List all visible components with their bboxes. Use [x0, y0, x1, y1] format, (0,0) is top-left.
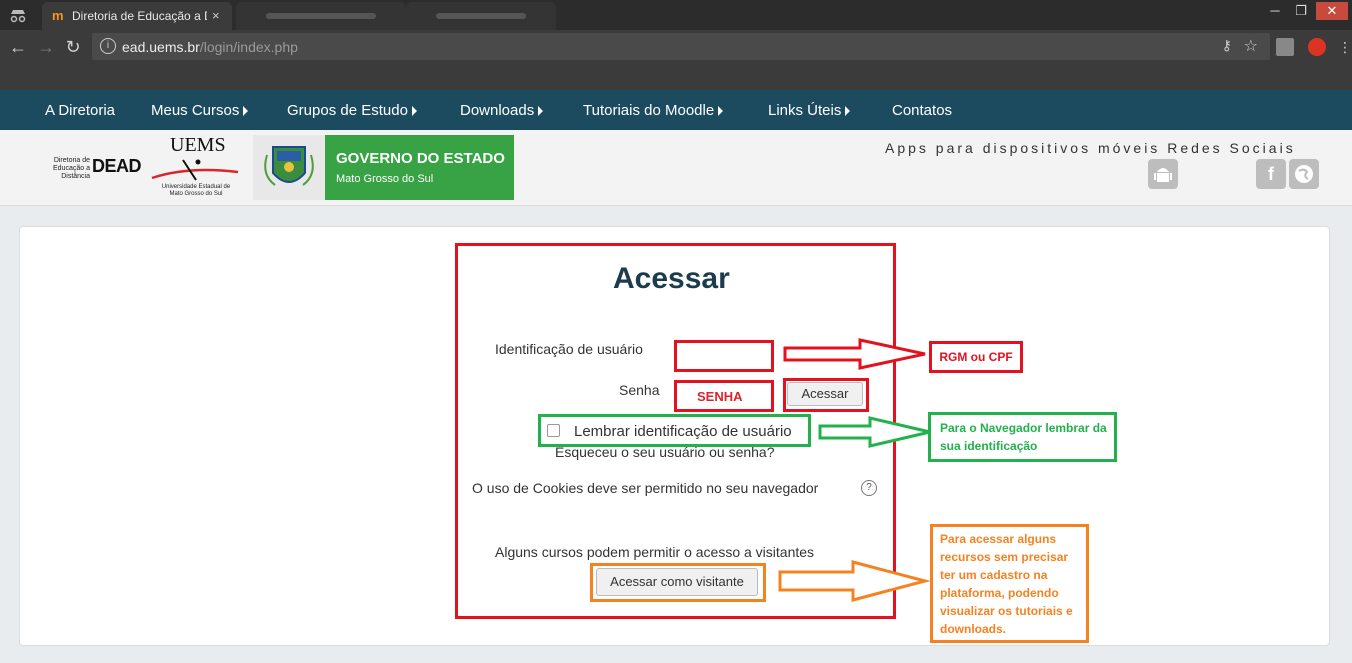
red-arrow-icon [783, 338, 926, 370]
orange-arrow-icon [778, 560, 931, 602]
close-window-icon[interactable]: ✕ [1316, 2, 1348, 20]
forward-icon[interactable]: → [36, 37, 56, 57]
tab-close-icon[interactable]: × [212, 8, 220, 23]
state-crest-icon [253, 135, 325, 200]
remember-checkbox[interactable] [547, 424, 560, 437]
browser-tab[interactable] [236, 2, 406, 30]
password-input[interactable]: SENHA [674, 380, 774, 412]
nav-item-links-uteis[interactable]: Links Úteis [768, 102, 851, 119]
forgot-password-link[interactable]: Esqueceu o seu usuário ou senha? [555, 444, 775, 460]
tab-title: Diretoria de Educação a Distância [72, 9, 207, 23]
browser-toolbar: ← → ↻ i ead.uems.br/login/index.php ⚷ ☆ … [0, 30, 1352, 65]
nav-item-contatos[interactable]: Contatos [892, 102, 952, 119]
reload-icon[interactable]: ↻ [63, 37, 83, 57]
username-input[interactable] [674, 340, 774, 372]
uems-logo[interactable]: UEMS Universidade Estadual de Mato Gross… [148, 134, 243, 202]
moodle-favicon-icon: m [52, 8, 64, 23]
menu-dots-icon[interactable]: ⋮ [1335, 37, 1352, 57]
address-bar[interactable]: i ead.uems.br/login/index.php ⚷ ☆ [92, 33, 1270, 60]
password-placeholder: SENHA [697, 389, 743, 404]
cookies-notice: O uso de Cookies deve ser permitido no s… [472, 480, 819, 496]
nav-item-tutoriais-do-moodle[interactable]: Tutoriais do Moodle [583, 102, 724, 119]
key-icon[interactable]: ⚷ [1222, 37, 1232, 54]
caret-right-icon [411, 106, 417, 117]
governo-banner[interactable]: GOVERNO DO ESTADO Mato Grosso do Sul [325, 135, 514, 200]
extension-icon[interactable] [1276, 38, 1294, 56]
guest-login-button[interactable]: Acessar como visitante [596, 568, 758, 596]
caret-right-icon [243, 106, 249, 117]
bookmarks-bar [0, 65, 1352, 90]
nav-item-grupos-de-estudo[interactable]: Grupos de Estudo [287, 102, 417, 119]
back-icon[interactable]: ← [8, 37, 28, 57]
site-nav-bar: A Diretoria Meus Cursos Grupos de Estudo… [0, 90, 1352, 130]
username-hint-callout: RGM ou CPF [929, 341, 1023, 373]
header-links-text: Apps para dispositivos móveis Redes Soci… [885, 140, 1296, 156]
browser-tab[interactable] [406, 2, 556, 30]
caret-right-icon [718, 106, 724, 117]
caret-right-icon [538, 106, 544, 117]
login-button[interactable]: Acessar [787, 382, 863, 406]
browser-tab-active[interactable]: m Diretoria de Educação a Distância × [42, 2, 232, 30]
browser-tab-strip: m Diretoria de Educação a Distância × ─ … [0, 0, 1352, 30]
nav-item-a-diretoria[interactable]: A Diretoria [45, 102, 115, 119]
minimize-icon[interactable]: ─ [1262, 2, 1288, 20]
login-title: Acessar [613, 262, 730, 295]
help-icon[interactable]: ? [861, 480, 877, 496]
incognito-icon [8, 5, 28, 25]
dead-logo[interactable]: Diretoria de Educação a Distância DEAD [24, 156, 144, 180]
nav-item-meus-cursos[interactable]: Meus Cursos [151, 102, 249, 119]
facebook-icon[interactable]: f [1256, 159, 1286, 189]
password-label: Senha [619, 382, 660, 398]
website-globe-icon[interactable] [1289, 159, 1319, 189]
android-icon[interactable] [1148, 159, 1178, 189]
guest-notice: Alguns cursos podem permitir o acesso a … [495, 544, 815, 560]
caret-right-icon [845, 106, 851, 117]
remember-label[interactable]: Lembrar identificação de usuário [574, 423, 792, 440]
nav-item-downloads[interactable]: Downloads [460, 102, 544, 119]
adblock-icon[interactable] [1308, 38, 1326, 56]
green-arrow-icon [818, 416, 931, 448]
social-label: Redes Sociais [1167, 140, 1296, 156]
apps-label: Apps para dispositivos móveis [885, 140, 1161, 156]
address-url[interactable]: ead.uems.br/login/index.php [122, 39, 298, 55]
bookmark-star-icon[interactable]: ☆ [1244, 36, 1258, 56]
site-header: Diretoria de Educação a Distância DEAD U… [0, 130, 1352, 206]
guest-hint-callout: Para acessar alguns recursos sem precisa… [930, 524, 1089, 643]
remember-hint-callout: Para o Navegador lembrar da sua identifi… [928, 412, 1117, 462]
restore-icon[interactable]: ❐ [1288, 2, 1314, 20]
username-label: Identificação de usuário [495, 341, 643, 357]
site-info-icon[interactable]: i [100, 38, 116, 54]
